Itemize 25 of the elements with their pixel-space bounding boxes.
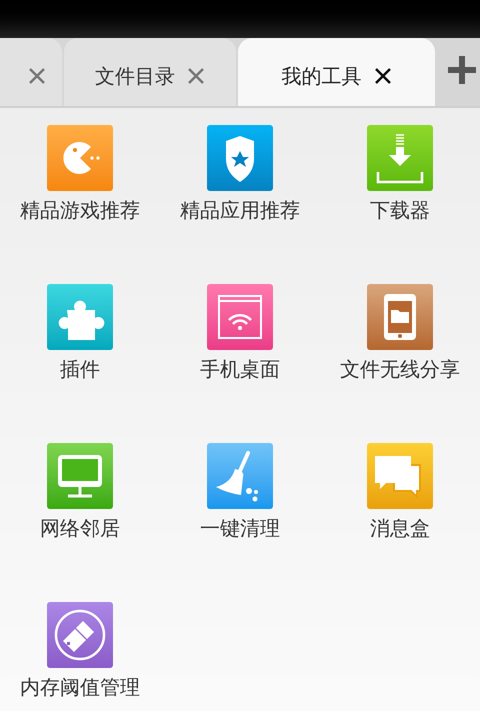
tool-button[interactable] bbox=[47, 125, 113, 191]
tool-button[interactable] bbox=[207, 443, 273, 509]
tool-button[interactable] bbox=[47, 443, 113, 509]
tool-label: 文件无线分享 bbox=[340, 356, 460, 383]
tool-label: 消息盒 bbox=[370, 515, 430, 542]
tool-label: 内存阈值管理 bbox=[20, 674, 140, 701]
tool-button[interactable] bbox=[207, 125, 273, 191]
tool-label: 精品应用推荐 bbox=[180, 197, 300, 224]
tool-button[interactable] bbox=[47, 602, 113, 668]
tool-label: 插件 bbox=[60, 356, 100, 383]
tool-label: 手机桌面 bbox=[200, 356, 280, 383]
browser-tab[interactable] bbox=[0, 38, 62, 106]
close-icon[interactable] bbox=[374, 67, 392, 85]
tool-label: 网络邻居 bbox=[40, 515, 120, 542]
tool-label: 一键清理 bbox=[200, 515, 280, 542]
tool-button[interactable] bbox=[367, 125, 433, 191]
tool-label: 精品游戏推荐 bbox=[20, 197, 140, 224]
tool-button[interactable] bbox=[367, 443, 433, 509]
browser-tab[interactable]: 文件目录 bbox=[64, 38, 236, 106]
add-tab-icon[interactable] bbox=[448, 56, 476, 84]
tool-label: 下载器 bbox=[370, 197, 430, 224]
tool-button[interactable] bbox=[367, 284, 433, 350]
tool-button[interactable] bbox=[47, 284, 113, 350]
browser-tab[interactable]: 我的工具 bbox=[238, 38, 435, 106]
tool-button[interactable] bbox=[207, 284, 273, 350]
